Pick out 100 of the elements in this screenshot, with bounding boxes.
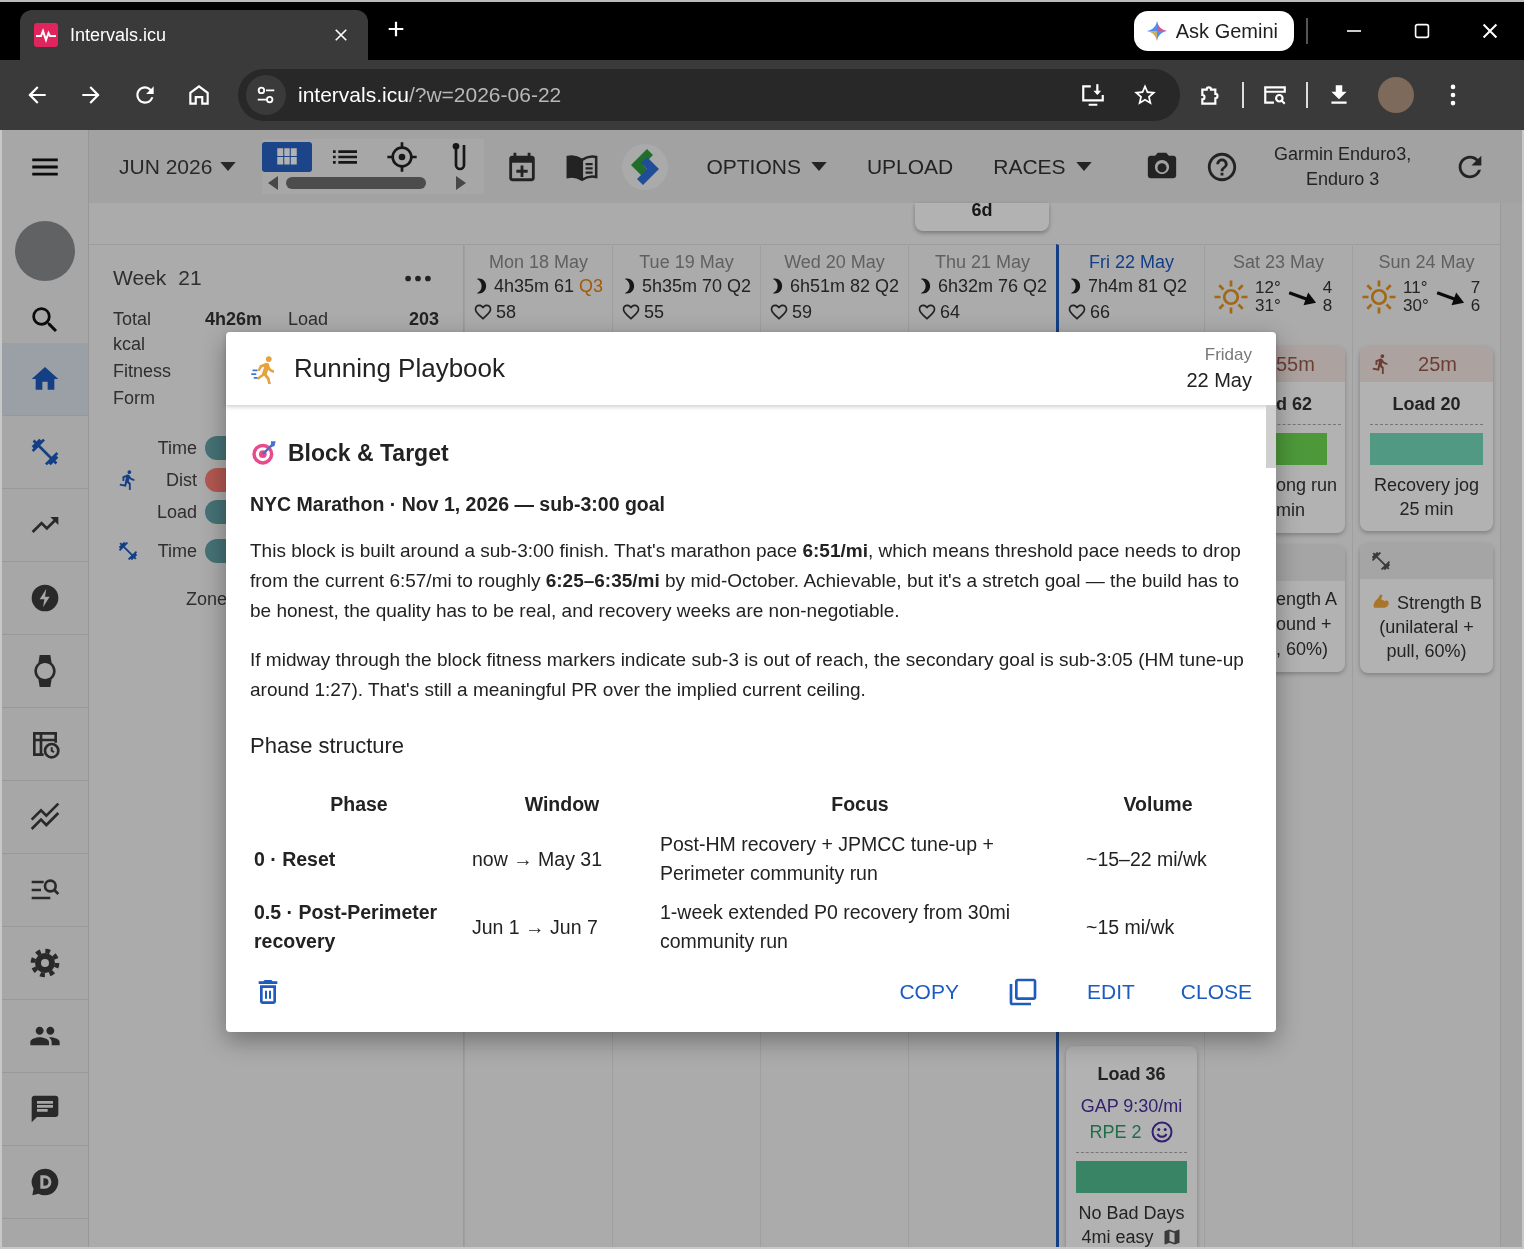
heart-rate-value: 59 [792,301,813,324]
heart-rate-value: 66 [1090,301,1111,324]
url-text: intervals.icu/?w=2026-06-22 [298,83,562,107]
subheading: Phase structure [250,733,406,759]
settings-icon [29,947,61,979]
app-logo-button[interactable] [620,141,671,192]
browser-tab[interactable]: Intervals.icu [20,10,368,60]
heart-rate-value: 58 [496,301,517,324]
chat-d-icon [29,1166,61,1198]
table-cell-text: ~15 mi/wk [1085,914,1176,940]
stat-label: Form [113,387,155,410]
workout-name: ong run [1276,474,1339,497]
table-cell-text: 0.5 · Post-Perimeter recovery [253,900,439,954]
column-header: Focus [830,792,890,817]
workout-name: , 60%) [1276,638,1330,661]
stat-value: 4h26m [205,308,264,331]
toolbar-menu-button[interactable]: RACES [989,154,1096,179]
strength-workout-card[interactable]: Strength B (unilateral + pull, 60%) [1360,543,1493,673]
sun-icon [1213,279,1249,315]
table-cell-text: 0 · Reset [253,846,337,872]
heart-icon [473,302,493,322]
workout-load: Load 36 [1096,1063,1167,1086]
site-settings-button[interactable] [246,75,286,115]
scrollbar-thumb[interactable] [1266,405,1276,468]
sparkle-icon [1145,20,1168,42]
heart-rate-value: 64 [940,301,961,324]
column-header: Phase [329,792,389,817]
day-summary: 6h32m 76 Q2 [938,275,1048,298]
more-horizontal-icon [405,274,431,282]
workout-name: min [1276,499,1306,522]
pinned-card-tab[interactable]: 6d [915,203,1049,231]
workout-name: No Bad Days 4mi easy [1077,1202,1186,1247]
logo-icon [621,142,670,191]
column-header: Window [523,792,601,817]
week-number: 21 [178,266,202,290]
home-nav-item[interactable] [2,343,88,416]
week-label: Week [113,266,167,290]
day-date[interactable]: Fri 22 May [1067,251,1204,273]
workout-name: ound + [1276,613,1333,636]
wind-value: 6 [1470,297,1481,315]
temperature: 30° [1403,297,1429,315]
table-cell-text: Post-HM recovery + JPMCC tune-up + Perimeter community run [659,832,995,886]
table-cell-text: ~15–22 mi/wk [1085,846,1208,872]
workout-load: d 62 [1276,393,1314,416]
wind-value: 4 [1322,279,1333,297]
scrollbar-track[interactable] [1500,203,1522,1247]
dumbbell-icon [1370,550,1392,572]
crosshair-icon [386,141,419,173]
more-vertical-icon [1450,84,1456,106]
device-name: Garmin Enduro3, Enduro 3 [1273,142,1413,191]
toolbar-menu-button[interactable]: OPTIONS [702,154,831,179]
temperature: 12° [1255,279,1281,297]
dialog-title: Running Playbook [294,353,506,384]
workout-duration: 25m [1417,352,1458,376]
zones-label: Zone [186,589,229,610]
run-workout-card[interactable]: 25m Load 20 Recovery jog 25 min [1360,346,1493,531]
stat-label: kcal [113,333,145,356]
table-cell-text: now → May 31 [471,846,604,872]
heart-icon [917,302,937,322]
dialog-action-button[interactable]: COPY [899,980,959,1004]
stat-label: Total [113,308,153,331]
address-bar[interactable]: intervals.icu/?w=2026-06-22 [238,69,1180,121]
bar-label: Load [155,501,197,523]
monitor-download-icon [1080,82,1106,108]
home-icon [186,82,212,108]
dumbbell-icon [117,540,139,562]
day-summary: 7h4m 81 Q2 [1088,275,1188,298]
wind-value: 7 [1470,279,1481,297]
minimize-icon [1345,30,1363,32]
stat-label: Load [288,308,330,331]
target-icon [250,439,278,467]
line-chart-icon [29,801,61,833]
run-workout-card[interactable]: Load 36 GAP 9:30/mi RPE 2 No Bad Days 4mi easy [1066,1046,1197,1247]
stat-label: Fitness [113,360,172,383]
goal-line: NYC Marathon · Nov 1, 2026 — sub-3:00 goal [250,493,666,516]
gap-pace: GAP 9:30/mi [1079,1095,1184,1118]
column-header: Volume [1122,792,1194,817]
close-icon [332,26,350,44]
day-summary: 5h35m 70 Q2 [642,275,752,298]
heart-rate-value: 55 [644,301,665,324]
bar-label: Dist [165,469,197,491]
workout-duration: 55m [1276,352,1315,376]
heart-icon [1067,302,1087,322]
gemini-button[interactable]: Ask Gemini [1133,11,1294,51]
dialog-action-button[interactable]: CLOSE [1180,980,1252,1004]
month-dropdown[interactable]: JUN 2026 [119,154,237,179]
dialog-action-button[interactable]: EDIT [1086,980,1135,1004]
wind-value: 8 [1322,297,1333,315]
toolbar-menu-button[interactable]: UPLOAD [862,154,958,179]
table-cell-text: Jun 1 → Jun 7 [471,914,599,940]
dumbbell-icon [29,436,61,468]
temperature: 11° [1403,279,1429,297]
workout-name: ength A [1276,588,1339,611]
rpe-value: RPE 2 [1089,1121,1142,1144]
day-summary: 6h51m 82 Q2 [790,275,900,298]
bar-label: Time [156,437,197,459]
sliders-icon [255,84,277,106]
calendar-grid-view-button[interactable] [262,142,312,172]
lightning-icon [29,582,61,614]
workout-name: Recovery jog 25 min [1372,474,1480,521]
